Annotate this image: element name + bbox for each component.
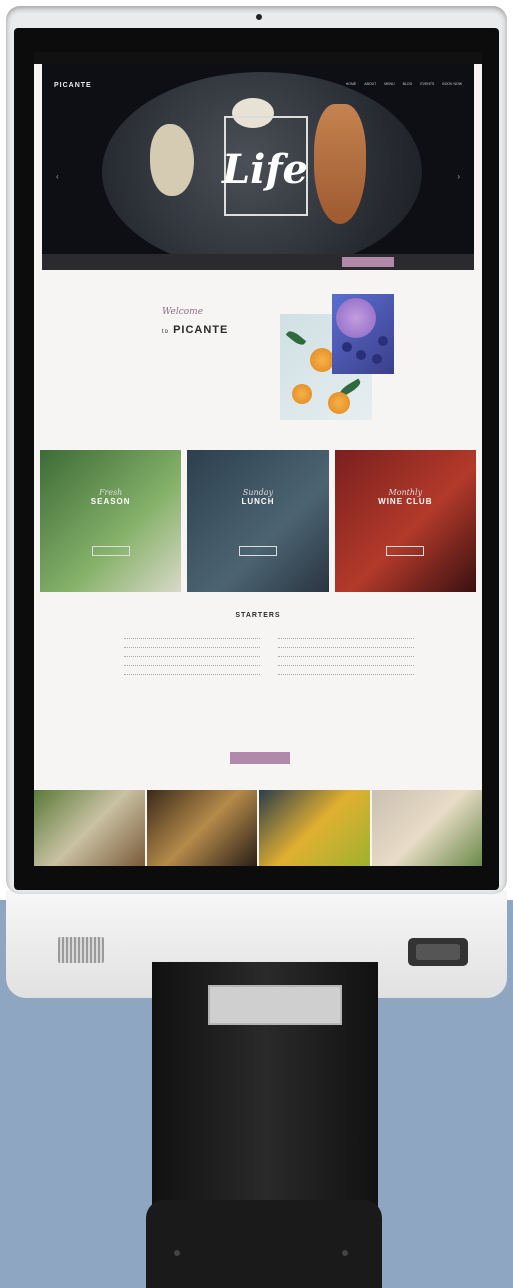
orange-image: [310, 348, 334, 372]
card-button[interactable]: [386, 546, 425, 556]
berry-image: [342, 342, 352, 352]
card-button[interactable]: [91, 546, 130, 556]
icecream-image: [336, 298, 376, 338]
berry-image: [372, 354, 382, 364]
brand-heading: to PICANTE: [162, 324, 228, 336]
gallery-image[interactable]: [371, 790, 482, 866]
receipt-printer-slot: [208, 985, 342, 1025]
starters-heading: STARTERS: [235, 612, 281, 619]
menu-item: [124, 645, 260, 648]
gallery-image[interactable]: [259, 790, 370, 866]
all-menu-button[interactable]: [230, 752, 290, 764]
starters-menu: [124, 636, 414, 675]
chevron-right-icon[interactable]: ›: [457, 172, 460, 181]
hero-title: Life: [222, 146, 308, 193]
menu-item: [124, 654, 260, 657]
chevron-left-icon[interactable]: ‹: [56, 172, 59, 181]
leaf-image: [285, 328, 307, 348]
nav-item-book[interactable]: BOOK NOW: [442, 82, 462, 86]
menu-item: [278, 654, 414, 657]
gallery-image[interactable]: [146, 790, 257, 866]
menu-item: [278, 663, 414, 666]
site-topbar: [34, 52, 482, 64]
kiosk-screen[interactable]: PICANTE HOME ABOUT MENU BLOG EVENTS BOOK…: [34, 52, 482, 866]
menu-item: [278, 672, 414, 675]
orange-image: [328, 392, 350, 414]
screw-icon: [342, 1250, 348, 1256]
screw-icon: [174, 1250, 180, 1256]
card-heading: Sunday LUNCH: [241, 488, 275, 506]
card-wine-club[interactable]: Monthly WINE CLUB: [334, 450, 476, 592]
menu-item: [278, 636, 414, 639]
gallery-image[interactable]: [34, 790, 145, 866]
feature-cards: Fresh SEASON Sunday LUNCH Monthly WINE C…: [40, 450, 476, 592]
welcome-script: Welcome: [162, 307, 204, 317]
berry-image: [356, 350, 366, 360]
hero-banner: PICANTE HOME ABOUT MENU BLOG EVENTS BOOK…: [42, 64, 474, 270]
menu-item: [124, 672, 260, 675]
card-button[interactable]: [238, 546, 277, 556]
food-gallery: [34, 790, 482, 866]
camera-icon: [256, 14, 262, 20]
kiosk-base: [146, 1200, 382, 1288]
card-heading: Monthly WINE CLUB: [378, 488, 433, 506]
nav-item-about[interactable]: ABOUT: [364, 82, 376, 86]
book-table-button[interactable]: [342, 257, 394, 267]
booking-bar: [42, 254, 474, 270]
nav-item-menu[interactable]: MENU: [384, 82, 394, 86]
speaker-grille: [58, 937, 104, 963]
brand-to: to: [162, 329, 170, 335]
food-image: [150, 124, 194, 196]
site-nav: HOME ABOUT MENU BLOG EVENTS BOOK NOW: [346, 82, 462, 86]
nav-item-blog[interactable]: BLOG: [403, 82, 413, 86]
nav-item-events[interactable]: EVENTS: [420, 82, 434, 86]
card-heading: Fresh SEASON: [90, 488, 131, 506]
menu-item: [124, 663, 260, 666]
barcode-scanner: [408, 938, 468, 966]
site-logo[interactable]: PICANTE: [54, 82, 92, 89]
berry-image: [378, 336, 388, 346]
card-season[interactable]: Fresh SEASON: [40, 450, 182, 592]
orange-image: [292, 384, 312, 404]
brand-name: PICANTE: [173, 324, 229, 336]
nav-item-home[interactable]: HOME: [346, 82, 357, 86]
card-lunch[interactable]: Sunday LUNCH: [187, 450, 329, 592]
menu-item: [278, 645, 414, 648]
menu-item: [124, 636, 260, 639]
food-image: [314, 104, 366, 224]
